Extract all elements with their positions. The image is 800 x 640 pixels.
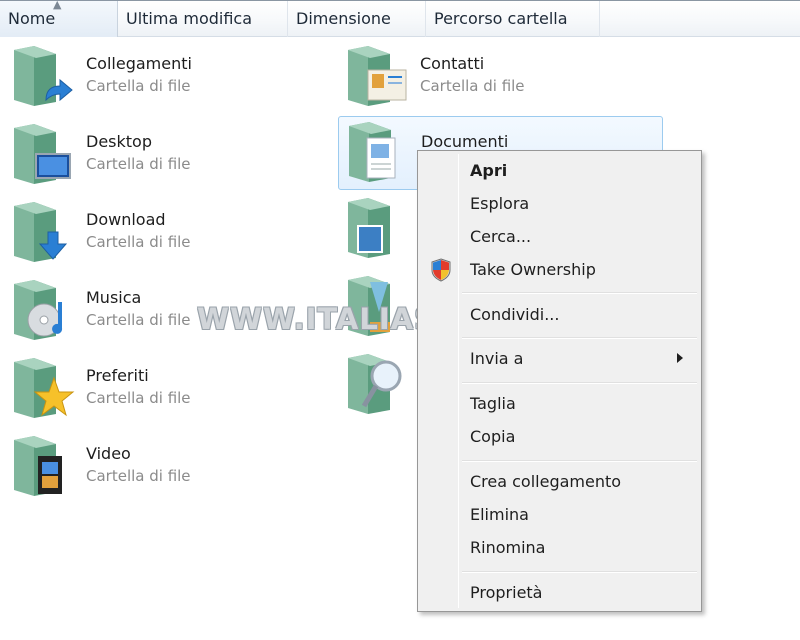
- submenu-arrow-icon: [677, 353, 683, 363]
- menu-item-create-shortcut[interactable]: Crea collegamento: [420, 465, 699, 498]
- menu-item-delete[interactable]: Elimina: [420, 498, 699, 531]
- saved-games-folder-icon: [348, 276, 390, 336]
- uac-shield-icon: [431, 258, 451, 282]
- menu-item-explore[interactable]: Esplora: [420, 187, 699, 220]
- column-folder-path-label: Percorso cartella: [434, 9, 568, 28]
- menu-item-take-ownership[interactable]: Take Ownership: [420, 253, 699, 286]
- folder-type: Cartella di file: [86, 233, 191, 251]
- folder-name: Desktop: [86, 132, 152, 151]
- folder-item-desktop[interactable]: Desktop Cartella di file: [0, 118, 325, 192]
- column-size-label: Dimensione: [296, 9, 391, 28]
- folder-item-video[interactable]: Video Cartella di file: [0, 430, 325, 504]
- folder-item-musica[interactable]: Musica Cartella di file: [0, 274, 325, 348]
- folder-name: Musica: [86, 288, 142, 307]
- menu-separator: [462, 382, 697, 384]
- column-last-modified-label: Ultima modifica: [126, 9, 253, 28]
- menu-separator: [462, 460, 697, 462]
- folder-item-download[interactable]: Download Cartella di file: [0, 196, 325, 270]
- menu-item-send-to[interactable]: Invia a: [420, 342, 699, 375]
- menu-separator: [462, 337, 697, 339]
- menu-item-properties[interactable]: Proprietà: [420, 576, 699, 609]
- column-size[interactable]: Dimensione: [288, 1, 426, 37]
- folder-name: Video: [86, 444, 131, 463]
- menu-separator: [462, 571, 697, 573]
- menu-item-take-ownership-label: Take Ownership: [470, 260, 596, 279]
- folder-name: Collegamenti: [86, 54, 192, 73]
- menu-item-copy[interactable]: Copia: [420, 420, 699, 453]
- context-menu: Apri Esplora Cerca... Take Ownership Con…: [417, 150, 702, 612]
- folder-name: Download: [86, 210, 166, 229]
- desktop-folder-icon: [14, 124, 71, 184]
- folder-name: Documenti: [421, 132, 509, 151]
- menu-separator: [462, 292, 697, 294]
- menu-item-open[interactable]: Apri: [420, 154, 699, 187]
- contacts-folder-icon: [348, 46, 407, 106]
- column-folder-path[interactable]: Percorso cartella: [426, 1, 600, 37]
- menu-item-rename[interactable]: Rinomina: [420, 531, 699, 564]
- shortcut-folder-icon: [14, 46, 73, 106]
- folder-type: Cartella di file: [86, 467, 191, 485]
- folder-item-collegamenti[interactable]: Collegamenti Cartella di file: [0, 40, 325, 114]
- folder-item-contatti[interactable]: Contatti Cartella di file: [334, 40, 659, 114]
- column-header: ▲ Nome Ultima modifica Dimensione Percor…: [0, 0, 800, 37]
- folder-item-preferiti[interactable]: Preferiti Cartella di file: [0, 352, 325, 426]
- column-last-modified[interactable]: Ultima modifica: [118, 1, 288, 37]
- menu-item-search[interactable]: Cerca...: [420, 220, 699, 253]
- menu-item-share[interactable]: Condividi...: [420, 298, 699, 331]
- menu-item-send-to-label: Invia a: [470, 349, 524, 368]
- music-folder-icon: [14, 280, 63, 340]
- folder-name: Contatti: [420, 54, 485, 73]
- folder-type: Cartella di file: [86, 389, 191, 407]
- folder-type: Cartella di file: [86, 77, 191, 95]
- menu-item-cut[interactable]: Taglia: [420, 387, 699, 420]
- folder-type: Cartella di file: [420, 77, 525, 95]
- documents-folder-icon: [349, 122, 396, 182]
- download-folder-icon: [14, 202, 68, 262]
- searches-folder-icon: [348, 354, 402, 414]
- column-name[interactable]: ▲ Nome: [0, 0, 118, 37]
- folder-type: Cartella di file: [86, 311, 191, 329]
- pictures-folder-icon: [348, 198, 390, 258]
- column-name-label: Nome: [8, 9, 56, 28]
- sort-ascending-icon: ▲: [53, 0, 62, 11]
- favorites-folder-icon: [14, 358, 75, 418]
- video-folder-icon: [14, 436, 62, 496]
- folder-type: Cartella di file: [86, 155, 191, 173]
- folder-name: Preferiti: [86, 366, 149, 385]
